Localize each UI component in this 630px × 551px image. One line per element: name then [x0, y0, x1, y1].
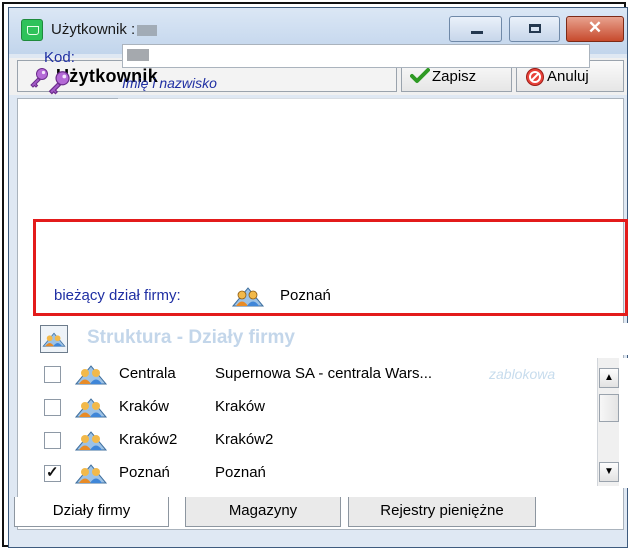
- cancel-icon: [526, 68, 544, 86]
- row-code: Poznań: [119, 464, 170, 481]
- row-checkbox[interactable]: [44, 366, 61, 383]
- masked-code: [127, 49, 149, 61]
- window-title: Użytkownik :: [51, 21, 158, 38]
- full-name-field[interactable]: Imię i nazwisko: [122, 75, 217, 91]
- checkmark-icon: [410, 68, 430, 83]
- save-label: Zapisz: [432, 68, 477, 85]
- minimize-icon: [471, 31, 483, 34]
- key-icon: [48, 71, 70, 95]
- people-icon: [42, 332, 66, 347]
- list-item[interactable]: Kraków Kraków: [37, 391, 597, 424]
- cancel-label: Anuluj: [547, 68, 589, 85]
- row-code: Centrala: [119, 365, 176, 382]
- row-name: Kraków: [215, 398, 266, 415]
- window-title-text: Użytkownik :: [51, 21, 136, 38]
- code-label: Kod:: [44, 49, 75, 66]
- row-checkbox[interactable]: [44, 463, 61, 482]
- maximize-icon: [529, 24, 541, 33]
- basket-icon: [21, 19, 43, 41]
- masked-username: [137, 24, 158, 36]
- tab-warehouses[interactable]: Magazyny: [185, 497, 341, 527]
- current-dept-value: Poznań: [280, 287, 331, 304]
- row-name: Kraków2: [215, 431, 274, 448]
- close-button[interactable]: ✕: [566, 16, 624, 42]
- people-icon: [74, 365, 108, 385]
- people-icon: [231, 287, 265, 307]
- code-field[interactable]: [122, 44, 590, 68]
- scroll-thumb[interactable]: [599, 394, 619, 422]
- people-icon: [74, 431, 108, 451]
- row-checkbox[interactable]: [44, 432, 61, 449]
- row-name: Supernowa SA - centrala Wars...: [215, 365, 433, 382]
- row-code: Kraków2: [119, 431, 178, 448]
- row-status: zablokowa: [489, 366, 556, 382]
- people-icon: [74, 398, 108, 418]
- list-item[interactable]: Kraków2 Kraków2: [37, 424, 597, 457]
- structure-title: Struktura - Działy firmy: [87, 327, 295, 348]
- close-icon: ✕: [587, 18, 603, 37]
- department-list: Centrala Supernowa SA - centrala Wars...…: [37, 358, 628, 488]
- scroll-up-button[interactable]: ▲: [599, 368, 619, 388]
- row-name: Poznań: [215, 464, 266, 481]
- maximize-button[interactable]: [509, 16, 560, 42]
- tab-cash-registers[interactable]: Rejestry pieniężne: [348, 497, 536, 527]
- row-checkbox[interactable]: [44, 399, 61, 416]
- list-item[interactable]: Centrala Supernowa SA - centrala Wars...…: [37, 358, 597, 391]
- people-icon: [74, 464, 108, 484]
- scroll-down-button[interactable]: ▼: [599, 462, 619, 482]
- structure-header: Struktura - Działy firmy: [37, 323, 628, 355]
- full-name-underline: [118, 98, 590, 99]
- list-scrollbar[interactable]: ▲ ▼: [597, 358, 619, 486]
- list-item[interactable]: Poznań Poznań: [37, 457, 597, 488]
- tab-departments[interactable]: Działy firmy: [14, 497, 169, 527]
- structure-icon[interactable]: [40, 325, 68, 353]
- minimize-button[interactable]: [449, 16, 502, 42]
- current-dept-label: bieżący dział firmy:: [54, 287, 181, 304]
- row-code: Kraków: [119, 398, 170, 415]
